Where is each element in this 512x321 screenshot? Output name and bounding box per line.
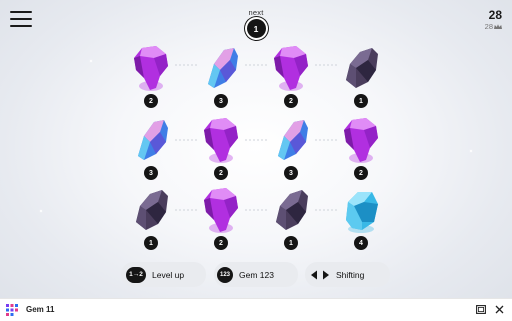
app-logo-icon — [6, 304, 18, 316]
gem-123-label: Gem 123 — [239, 269, 274, 280]
gem-count-badge: 3 — [144, 166, 158, 180]
level-up-button[interactable]: 1→2 Level up — [121, 262, 206, 287]
dark-gem-icon — [136, 190, 168, 230]
gem-count-badge: 2 — [214, 236, 228, 250]
purple-gem-icon — [344, 118, 378, 163]
dark-gem-icon — [346, 48, 378, 88]
level-up-icon: 1→2 — [126, 266, 146, 283]
gem-cell-dark[interactable]: 1 — [256, 182, 326, 252]
gem-123-icon: 123 — [217, 266, 233, 283]
app-footer: Gem 11 — [0, 298, 512, 321]
gem-count-badge: 1 — [284, 236, 298, 250]
pink-blue-gem-icon — [278, 120, 308, 160]
game-area: next 1 28 28 2 3 2 1 3 2 3 2 1 2 1 4 1→2… — [0, 0, 512, 298]
level-up-label: Level up — [152, 269, 185, 280]
gem-count-badge: 1 — [144, 236, 158, 250]
gem-count-badge: 2 — [284, 94, 298, 108]
app-title: Gem 11 — [26, 305, 55, 314]
gem-count-badge: 2 — [144, 94, 158, 108]
gem-cell-purple[interactable]: 2 — [186, 112, 256, 182]
fullscreen-icon[interactable] — [476, 305, 486, 314]
gem-count-badge: 4 — [354, 236, 368, 250]
gem-count-badge: 2 — [214, 166, 228, 180]
close-icon[interactable] — [495, 305, 504, 314]
gem-cell-dark[interactable]: 1 — [116, 182, 186, 252]
shifting-button[interactable]: Shifting — [305, 262, 390, 287]
gem-count-badge: 1 — [354, 94, 368, 108]
gem-cell-cyan[interactable]: 4 — [326, 182, 396, 252]
gem-cell-pink-blue[interactable]: 3 — [186, 40, 256, 110]
gem-count-badge: 3 — [214, 94, 228, 108]
shifting-label: Shifting — [336, 269, 365, 280]
purple-gem-icon — [134, 46, 168, 91]
gem-cell-pink-blue[interactable]: 3 — [256, 112, 326, 182]
gem-cell-purple[interactable]: 2 — [256, 40, 326, 110]
pink-blue-gem-icon — [138, 120, 168, 160]
gem-count-badge: 3 — [284, 166, 298, 180]
gem-cell-purple[interactable]: 2 — [186, 182, 256, 252]
dark-gem-icon — [276, 190, 308, 230]
cyan-gem-icon — [346, 192, 378, 233]
gem-123-button[interactable]: 123 Gem 123 — [214, 262, 298, 287]
gem-board: 2 3 2 1 3 2 3 2 1 2 1 4 — [0, 0, 512, 260]
gem-count-badge: 2 — [354, 166, 368, 180]
gem-cell-purple[interactable]: 2 — [116, 40, 186, 110]
purple-gem-icon — [204, 188, 238, 233]
shift-arrows-icon — [311, 270, 329, 279]
gem-cell-pink-blue[interactable]: 3 — [116, 112, 186, 182]
gem-cell-dark[interactable]: 1 — [326, 40, 396, 110]
gem-cell-purple[interactable]: 2 — [326, 112, 396, 182]
purple-gem-icon — [204, 118, 238, 163]
purple-gem-icon — [274, 46, 308, 91]
pink-blue-gem-icon — [208, 48, 238, 88]
